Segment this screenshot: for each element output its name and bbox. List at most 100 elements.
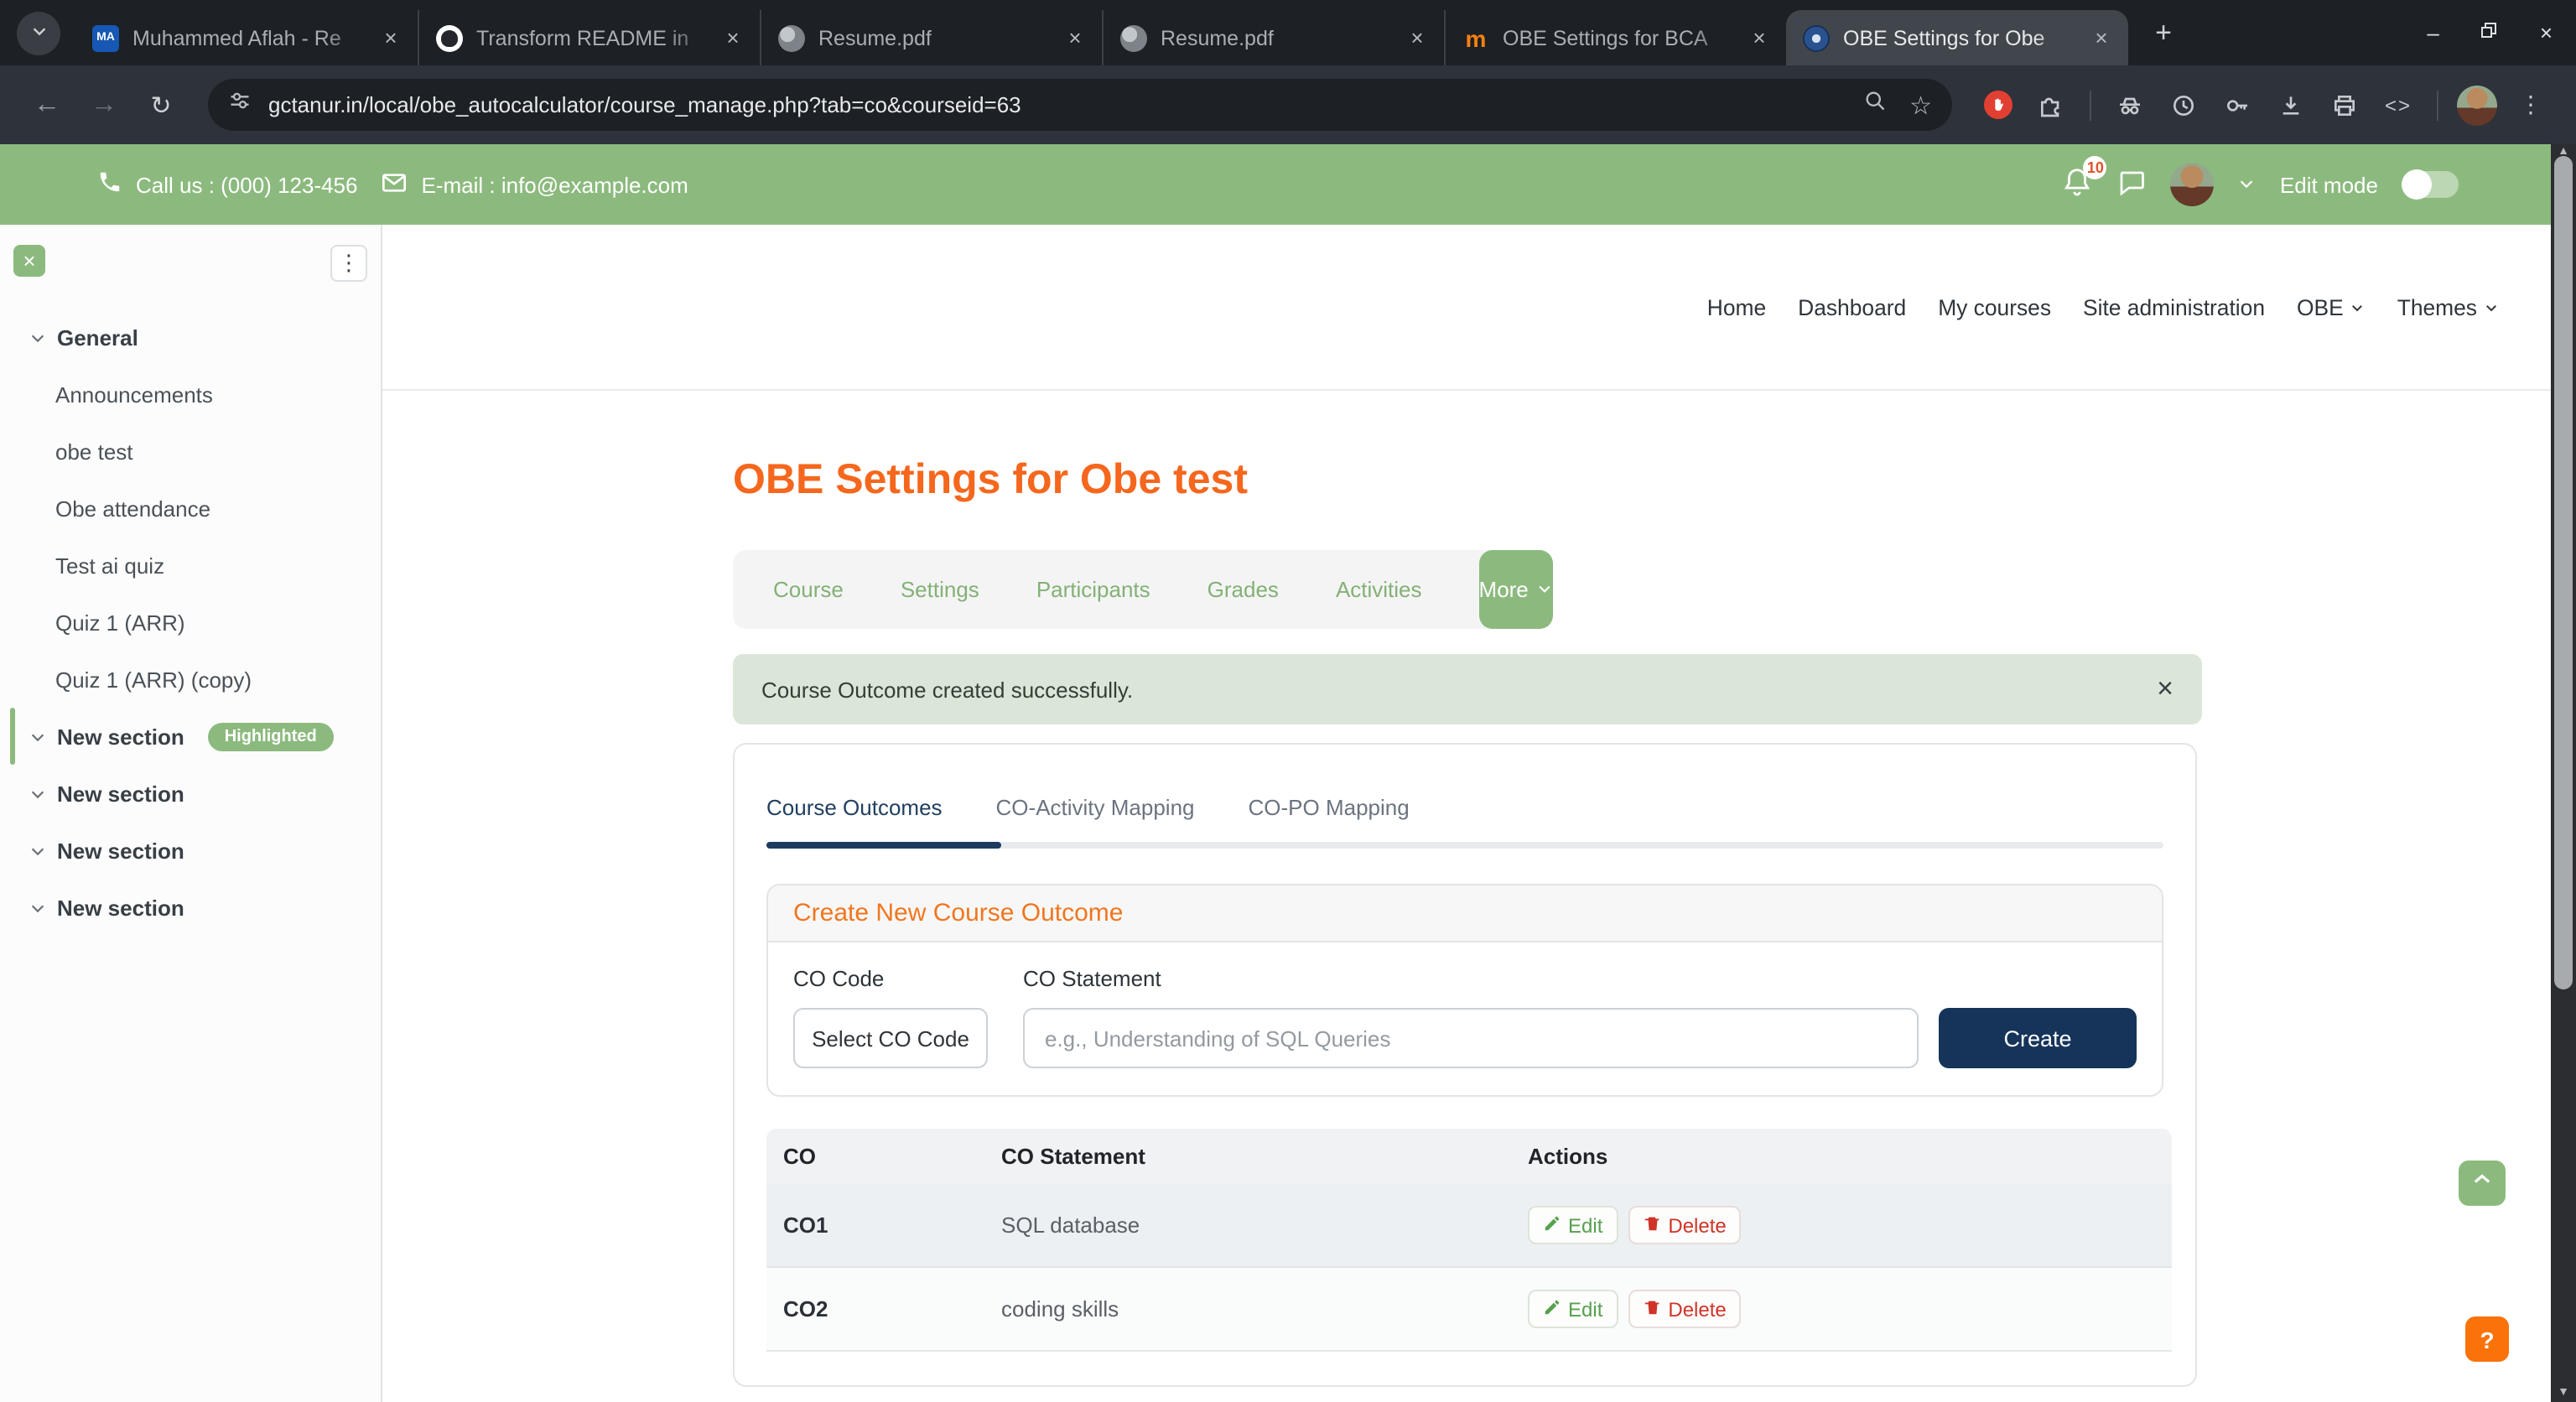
help-button[interactable]: ? bbox=[2465, 1316, 2509, 1362]
browser-tab[interactable]: Resume.pdf × bbox=[1102, 10, 1444, 65]
scrollbar-down-arrow[interactable]: ▼ bbox=[2551, 1387, 2576, 1399]
create-outcome-panel: Create New Course Outcome CO Code CO Sta… bbox=[766, 884, 2163, 1097]
tab-search-button[interactable] bbox=[17, 12, 60, 55]
sidebar-item-quiz1-copy[interactable]: Quiz 1 (ARR) (copy) bbox=[0, 651, 381, 708]
browser-tab-active[interactable]: OBE Settings for Obe × bbox=[1786, 10, 2128, 65]
code-icon[interactable]: <> bbox=[2376, 83, 2420, 127]
sidebar-item-obe-attendance[interactable]: Obe attendance bbox=[0, 480, 381, 537]
edit-mode-toggle[interactable] bbox=[2402, 171, 2459, 198]
extensions-puzzle-icon[interactable] bbox=[2029, 83, 2073, 127]
reload-button[interactable]: ↻ bbox=[138, 81, 184, 128]
tab-close-button[interactable]: × bbox=[1744, 23, 1774, 53]
user-menu-chevron-icon[interactable] bbox=[2238, 172, 2257, 197]
page-title: OBE Settings for Obe test bbox=[733, 456, 2576, 505]
messages-button[interactable] bbox=[2117, 167, 2148, 202]
nav-home[interactable]: Home bbox=[1707, 294, 1766, 319]
address-bar[interactable]: gctanur.in/local/obe_autocalculator/cour… bbox=[208, 79, 1952, 131]
tab-close-button[interactable]: × bbox=[718, 23, 748, 53]
sidebar-item-new-section[interactable]: New section bbox=[0, 879, 381, 936]
history-icon[interactable] bbox=[2162, 83, 2205, 127]
browser-tab[interactable]: MA Muhammed Aflah - Re × bbox=[75, 10, 418, 65]
zoom-icon[interactable] bbox=[1862, 89, 1886, 121]
create-button[interactable]: Create bbox=[1939, 1008, 2137, 1068]
profile-avatar[interactable] bbox=[2455, 83, 2499, 127]
sidebar-item-label: New section bbox=[57, 838, 184, 863]
sidebar-item-general[interactable]: General bbox=[0, 309, 381, 366]
sidebar-item-quiz1[interactable]: Quiz 1 (ARR) bbox=[0, 594, 381, 651]
tab-title: OBE Settings for Obe bbox=[1843, 26, 2086, 49]
delete-button[interactable]: Delete bbox=[1628, 1206, 1741, 1244]
back-button[interactable]: ← bbox=[23, 81, 70, 128]
active-tab-indicator bbox=[766, 842, 1001, 849]
password-key-icon[interactable] bbox=[2215, 83, 2259, 127]
tab-more-dropdown[interactable]: More bbox=[1479, 550, 1554, 629]
notifications-button[interactable]: 10 bbox=[2062, 166, 2094, 203]
sidebar-item-label: New section bbox=[57, 724, 184, 749]
tab-co-po-mapping[interactable]: CO-PO Mapping bbox=[1249, 795, 1410, 820]
minimize-button[interactable]: – bbox=[2427, 20, 2438, 45]
envelope-icon bbox=[382, 169, 408, 200]
tab-close-button[interactable]: × bbox=[1402, 23, 1432, 53]
alert-close-button[interactable]: × bbox=[2157, 672, 2174, 706]
drawer-close-button[interactable]: × bbox=[13, 245, 45, 277]
scrollbar-thumb[interactable] bbox=[2554, 156, 2573, 989]
new-tab-button[interactable]: + bbox=[2142, 12, 2185, 55]
browser-tab-bar: MA Muhammed Aflah - Re × Transform READM… bbox=[0, 0, 2576, 65]
edit-button[interactable]: Edit bbox=[1528, 1206, 1618, 1244]
nav-obe-dropdown[interactable]: OBE bbox=[2297, 294, 2366, 319]
table-row: CO1 SQL database Edit Delete bbox=[766, 1184, 2172, 1268]
nav-themes-dropdown[interactable]: Themes bbox=[2397, 294, 2499, 319]
tab-grades[interactable]: Grades bbox=[1208, 577, 1279, 602]
course-index-drawer: × ⋮ General Announcements obe test Obe a… bbox=[0, 225, 382, 1402]
table-row: CO2 coding skills Edit Delete bbox=[766, 1268, 2172, 1352]
nav-dashboard[interactable]: Dashboard bbox=[1798, 294, 1906, 319]
course-nav-tabs: Course Settings Participants Grades Acti… bbox=[733, 550, 1543, 629]
browser-tab[interactable]: m OBE Settings for BCA × bbox=[1444, 10, 1786, 65]
browser-tab[interactable]: Transform README in × bbox=[418, 10, 760, 65]
tab-close-button[interactable]: × bbox=[1060, 23, 1090, 53]
edit-button[interactable]: Edit bbox=[1528, 1290, 1618, 1328]
sidebar-item-obe-test[interactable]: obe test bbox=[0, 423, 381, 480]
sidebar-item-new-section[interactable]: New section bbox=[0, 765, 381, 822]
panel-title: Create New Course Outcome bbox=[793, 899, 1124, 927]
chevron-down-icon bbox=[29, 727, 47, 745]
co-statement-input[interactable] bbox=[1023, 1008, 1919, 1068]
bookmark-star-icon[interactable]: ☆ bbox=[1909, 90, 1932, 120]
tab-participants[interactable]: Participants bbox=[1036, 577, 1150, 602]
print-icon[interactable] bbox=[2323, 83, 2366, 127]
sidebar-item-announcements[interactable]: Announcements bbox=[0, 366, 381, 423]
trash-icon bbox=[1643, 1297, 1661, 1321]
drawer-menu-button[interactable]: ⋮ bbox=[330, 245, 367, 282]
download-icon[interactable] bbox=[2269, 83, 2313, 127]
page-scrollbar[interactable]: ▲ ▼ bbox=[2551, 144, 2576, 1402]
tab-course-outcomes[interactable]: Course Outcomes bbox=[766, 795, 943, 820]
sidebar-item-new-section[interactable]: New section bbox=[0, 822, 381, 879]
nav-my-courses[interactable]: My courses bbox=[1938, 294, 2051, 319]
restore-button[interactable] bbox=[2480, 20, 2500, 45]
tab-close-button[interactable]: × bbox=[376, 23, 406, 53]
tab-course[interactable]: Course bbox=[773, 577, 844, 602]
adblock-extension-icon[interactable] bbox=[1976, 83, 2019, 127]
close-window-button[interactable]: × bbox=[2540, 20, 2553, 45]
co-code-label: CO Code bbox=[793, 966, 1023, 991]
tab-close-button[interactable]: × bbox=[2086, 23, 2116, 53]
highlight-indicator bbox=[10, 708, 15, 765]
tab-co-activity-mapping[interactable]: CO-Activity Mapping bbox=[996, 795, 1195, 820]
sidebar-item-test-ai-quiz[interactable]: Test ai quiz bbox=[0, 537, 381, 594]
scroll-to-top-button[interactable] bbox=[2459, 1161, 2506, 1206]
sidebar-item-new-section-highlighted[interactable]: New section Highlighted bbox=[0, 708, 381, 765]
globe-favicon bbox=[1120, 24, 1147, 51]
co-statement-cell: coding skills bbox=[1001, 1296, 1528, 1322]
co-code-select[interactable]: Select CO Code bbox=[793, 1008, 988, 1068]
page-content: OBE Settings for Obe test Course Setting… bbox=[382, 456, 2576, 1387]
tab-activities[interactable]: Activities bbox=[1336, 577, 1422, 602]
nav-site-administration[interactable]: Site administration bbox=[2083, 294, 2265, 319]
delete-button[interactable]: Delete bbox=[1628, 1290, 1741, 1328]
tab-settings[interactable]: Settings bbox=[901, 577, 979, 602]
browser-tab[interactable]: Resume.pdf × bbox=[760, 10, 1102, 65]
browser-menu-button[interactable]: ⋮ bbox=[2509, 83, 2553, 127]
user-avatar[interactable] bbox=[2171, 163, 2215, 206]
incognito-icon[interactable] bbox=[2108, 83, 2152, 127]
chevron-down-icon bbox=[1537, 577, 1554, 602]
forward-button[interactable]: → bbox=[80, 81, 127, 128]
